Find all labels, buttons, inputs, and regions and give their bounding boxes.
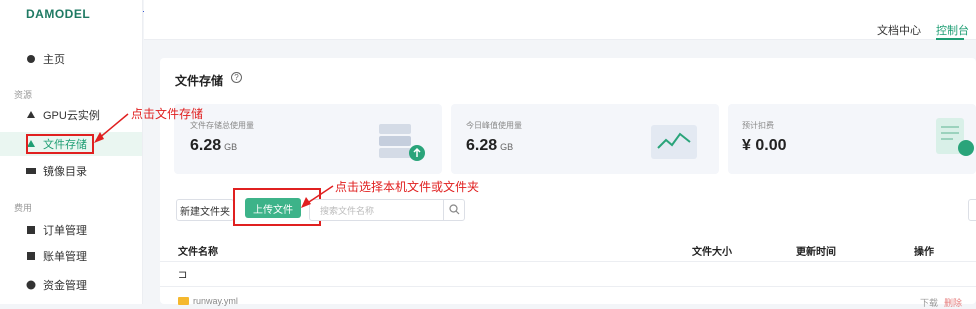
new-folder-button[interactable]: 新建文件夹 <box>176 199 234 221</box>
section-label-resource: 资源 <box>14 90 33 100</box>
sidebar-item-images[interactable]: 镜像目录 <box>26 162 87 180</box>
section-label-billing: 费用 <box>14 203 33 213</box>
file-name: runway.yml <box>193 296 238 306</box>
table-header <box>160 236 976 262</box>
sidebar-item-label: GPU云实例 <box>43 110 100 122</box>
sidebar-item-home[interactable]: 主页 <box>26 50 65 68</box>
top-header <box>144 0 976 40</box>
sidebar-item-gpu[interactable]: GPU云实例 <box>26 106 100 124</box>
active-tab-underline <box>936 38 964 40</box>
row-divider <box>160 286 976 287</box>
table-row[interactable]: runway.yml <box>178 296 238 306</box>
home-icon <box>26 54 36 64</box>
refresh-button[interactable] <box>968 199 976 221</box>
storage-illustration-icon <box>379 124 425 161</box>
sidebar-item-funds[interactable]: 资金管理 <box>26 276 87 294</box>
sidebar-item-label: 资金管理 <box>43 280 87 292</box>
help-icon[interactable]: ? <box>231 72 242 83</box>
parent-directory-row[interactable]: ⊐ <box>178 268 187 281</box>
billing-illustration-icon <box>936 118 974 156</box>
card-label: 预计扣费 <box>742 121 774 130</box>
card-label: 今日峰值使用量 <box>466 121 522 130</box>
col-header-updated: 更新时间 <box>796 247 836 258</box>
annotation-box-upload <box>233 188 321 226</box>
annotation-text-upload: 点击选择本机文件或文件夹 <box>335 180 480 194</box>
download-link[interactable]: 下载 <box>920 296 938 309</box>
delete-link[interactable]: 删除 <box>944 296 962 309</box>
sidebar-item-label: 账单管理 <box>43 251 87 263</box>
chart-illustration-icon <box>651 125 697 159</box>
search-icon[interactable] <box>449 204 460 215</box>
card-value: 6.28 GB <box>466 137 514 154</box>
sidebar-item-label: 主页 <box>43 54 65 66</box>
annotation-box-storage <box>26 134 94 154</box>
order-icon <box>26 225 36 235</box>
search-divider <box>443 199 444 221</box>
bill-icon <box>26 251 36 261</box>
sidebar-item-bills[interactable]: 账单管理 <box>26 247 87 265</box>
col-header-name: 文件名称 <box>178 247 218 258</box>
nav-link-console[interactable]: 控制台 <box>936 22 969 38</box>
annotation-text-storage: 点击文件存储 <box>131 107 204 121</box>
funds-icon <box>26 280 36 290</box>
card-value: 6.28 GB <box>190 137 238 154</box>
sidebar-item-label: 订单管理 <box>43 225 87 237</box>
app-logo[interactable]: DAMODEL <box>26 7 90 21</box>
image-icon <box>26 166 36 176</box>
nav-link-docs[interactable]: 文档中心 <box>877 22 921 38</box>
page-title: 文件存储 <box>175 74 224 88</box>
search-placeholder: 搜索文件名称 <box>320 206 375 216</box>
col-header-size: 文件大小 <box>692 247 732 258</box>
col-header-actions: 操作 <box>914 247 934 258</box>
card-value: ¥ 0.00 <box>742 137 787 154</box>
sidebar-item-orders[interactable]: 订单管理 <box>26 221 87 239</box>
cloud-icon <box>26 110 36 120</box>
sidebar-item-label: 镜像目录 <box>43 166 87 178</box>
